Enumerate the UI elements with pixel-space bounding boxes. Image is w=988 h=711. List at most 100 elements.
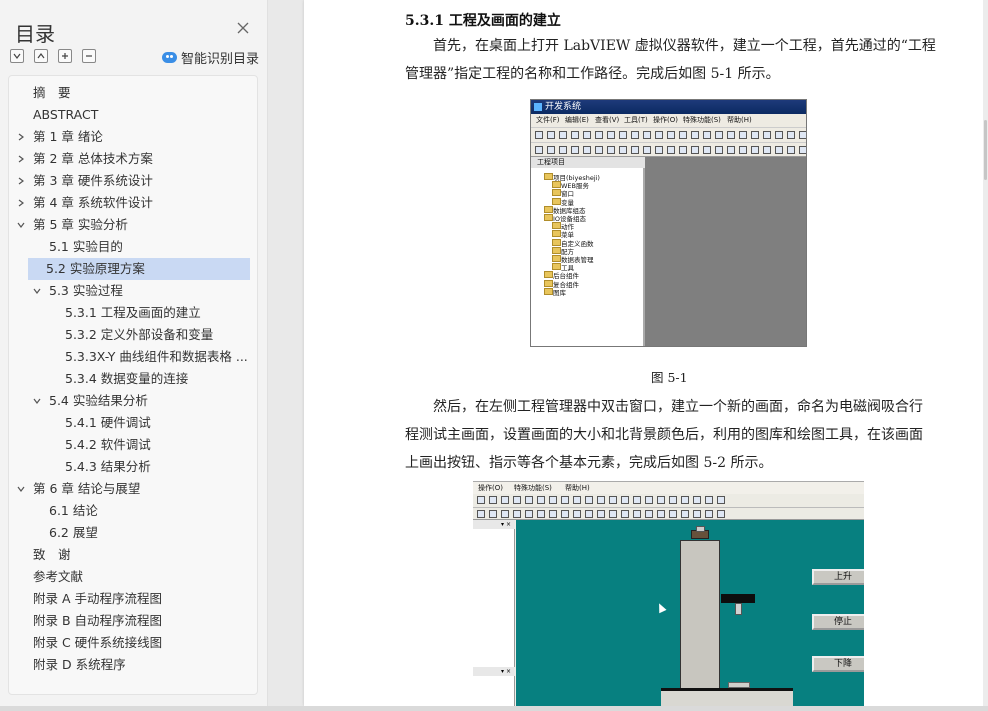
toc-item[interactable]: 5.4.1 硬件调试 — [9, 412, 257, 434]
toc-item[interactable]: 第 3 章 硬件系统设计 — [9, 170, 257, 192]
up-button[interactable]: 上升 — [812, 569, 864, 585]
side-panel: ▾ × ▾ × — [473, 520, 515, 706]
collapse-level-icon[interactable] — [34, 49, 48, 63]
toolbar-button-icon — [597, 496, 605, 504]
toc-item[interactable]: ABSTRACT — [9, 104, 257, 126]
expand-level-icon[interactable] — [10, 49, 24, 63]
toolbar-button-icon — [799, 146, 806, 154]
toolbar-button-icon — [547, 146, 555, 154]
toc-item[interactable]: 5.2 实验原理方案 — [28, 258, 250, 280]
toolbar-button-icon — [681, 510, 689, 518]
toc-item[interactable]: 5.3.4 数据变量的连接 — [9, 368, 257, 390]
toc-item[interactable]: 5.4.2 软件调试 — [9, 434, 257, 456]
panel-header: ▾ × — [473, 520, 515, 529]
toc-item-label: 5.4 实验结果分析 — [49, 393, 148, 408]
smart-recognize-button[interactable]: 智能识别目录 — [162, 48, 259, 67]
toc-item-label: 5.3.3X-Y 曲线组件和数据表格 ... — [65, 349, 248, 364]
toolbar-button-icon — [667, 146, 675, 154]
chevron-right-icon[interactable] — [17, 177, 25, 185]
toc-item[interactable]: 第 6 章 结论与展望 — [9, 478, 257, 500]
toolbar-button-icon — [691, 131, 699, 139]
toolbar-button-icon — [573, 496, 581, 504]
project-tree-panel: 工程项目 项目(biyesheji) WEB服务 窗口 变量 数据库组态 IO设备组态 动作… — [531, 157, 645, 346]
toc-item[interactable]: 第 1 章 绪论 — [9, 126, 257, 148]
menu-item: 工具(T) — [624, 116, 648, 124]
scrollbar-thumb[interactable] — [984, 120, 987, 180]
toolbar-button-icon — [799, 131, 806, 139]
down-button[interactable]: 下降 — [812, 656, 864, 672]
panel-title: 工程项目 — [531, 157, 645, 168]
toc-item[interactable]: 5.3.1 工程及画面的建立 — [9, 302, 257, 324]
toc-item[interactable]: 5.3 实验过程 — [9, 280, 257, 302]
toolbar-button-icon — [571, 131, 579, 139]
collapse-all-icon[interactable] — [82, 49, 96, 63]
toolbar-button-icon — [717, 496, 725, 504]
toc-item[interactable]: 6.2 展望 — [9, 522, 257, 544]
horizontal-scrollbar[interactable] — [0, 706, 988, 711]
chevron-down-icon[interactable] — [17, 221, 25, 229]
toc-item-label: 5.4.1 硬件调试 — [65, 415, 151, 430]
toc-list: 摘 要 ABSTRACT 第 1 章 绪论第 2 章 总体技术方案第 3 章 硬件系… — [9, 82, 257, 676]
toolbar-button-icon — [679, 146, 687, 154]
moving-armature — [721, 594, 755, 603]
toc-item[interactable]: 5.4 实验结果分析 — [9, 390, 257, 412]
toolbar-button-icon — [559, 146, 567, 154]
paragraph-line: 管理器”指定工程的名称和工作路径。完成后如图 5-1 所示。 — [405, 66, 780, 82]
toc-item[interactable]: 附录 A 手动程序流程图 — [9, 588, 257, 610]
toolbar-button-icon — [657, 510, 665, 518]
toolbar-button-icon — [501, 510, 509, 518]
close-icon[interactable] — [235, 20, 251, 36]
toolbar-button-icon — [643, 131, 651, 139]
figure-5-2: 操作(O) 特殊功能(S) 帮助(H) ▾ × ▾ × 上升 停止 下降 — [473, 481, 864, 706]
toc-item[interactable]: 致 谢 — [9, 544, 257, 566]
toolbar-button-icon — [549, 510, 557, 518]
paragraph-line: 程测试主画面，设置画面的大小和北背景颜色后，利用的图库和绘图工具，在该画面 — [405, 427, 923, 443]
toolbar-button-icon — [595, 146, 603, 154]
toc-item[interactable]: 5.4.3 结果分析 — [9, 456, 257, 478]
toolbar-button-icon — [655, 131, 663, 139]
toc-item[interactable]: 附录 D 系统程序 — [9, 654, 257, 676]
toolbar-button-icon — [717, 510, 725, 518]
chevron-right-icon[interactable] — [17, 199, 25, 207]
toolbar-button-icon — [787, 146, 795, 154]
chevron-down-icon[interactable] — [17, 485, 25, 493]
toolbar-button-icon — [609, 510, 617, 518]
toolbar-button-icon — [705, 496, 713, 504]
toc-item[interactable]: 5.3.2 定义外部设备和变量 — [9, 324, 257, 346]
column-cap — [691, 526, 709, 539]
toolbar-button-icon — [621, 496, 629, 504]
toolbar-button-icon — [679, 131, 687, 139]
chevron-down-icon[interactable] — [33, 397, 41, 405]
toc-item[interactable]: 第 5 章 实验分析 — [9, 214, 257, 236]
toolbar-button-icon — [477, 510, 485, 518]
toolbar-button-icon — [751, 146, 759, 154]
paragraph-line: 上画出按钮、指示等各个基本元素，完成后如图 5-2 所示。 — [405, 455, 773, 471]
toc-item[interactable]: 第 2 章 总体技术方案 — [9, 148, 257, 170]
toolbar — [531, 142, 806, 157]
toc-item[interactable]: 摘 要 — [9, 82, 257, 104]
toolbar-button-icon — [513, 496, 521, 504]
toc-item[interactable]: 附录 B 自动程序流程图 — [9, 610, 257, 632]
toc-item[interactable]: 参考文献 — [9, 566, 257, 588]
toolbar-button-icon — [775, 146, 783, 154]
figure-5-1: 开发系统 文件(F) 编辑(E) 查看(V) 工具(T) 操作(O) 特殊功能(S) 帮助(… — [530, 99, 807, 347]
toc-item[interactable]: 5.1 实验目的 — [9, 236, 257, 258]
toolbar-button-icon — [705, 510, 713, 518]
vertical-scrollbar[interactable] — [983, 0, 988, 706]
toc-item[interactable]: 6.1 结论 — [9, 500, 257, 522]
toc-item[interactable]: 附录 C 硬件系统接线图 — [9, 632, 257, 654]
chevron-right-icon[interactable] — [17, 155, 25, 163]
toolbar-button-icon — [693, 510, 701, 518]
stop-button[interactable]: 停止 — [812, 614, 864, 630]
menu-bar: 操作(O) 特殊功能(S) 帮助(H) — [473, 482, 864, 494]
toc-item-label: 附录 D 系统程序 — [33, 657, 126, 672]
toolbar-button-icon — [657, 496, 665, 504]
toolbar-button-icon — [595, 131, 603, 139]
expand-all-icon[interactable] — [58, 49, 72, 63]
chevron-down-icon[interactable] — [33, 287, 41, 295]
toolbar-button-icon — [775, 131, 783, 139]
chevron-right-icon[interactable] — [17, 133, 25, 141]
menu-bar: 文件(F) 编辑(E) 查看(V) 工具(T) 操作(O) 特殊功能(S) 帮助(H) — [531, 114, 806, 127]
toc-item[interactable]: 第 4 章 系统软件设计 — [9, 192, 257, 214]
toc-item[interactable]: 5.3.3X-Y 曲线组件和数据表格 ... — [9, 346, 257, 368]
